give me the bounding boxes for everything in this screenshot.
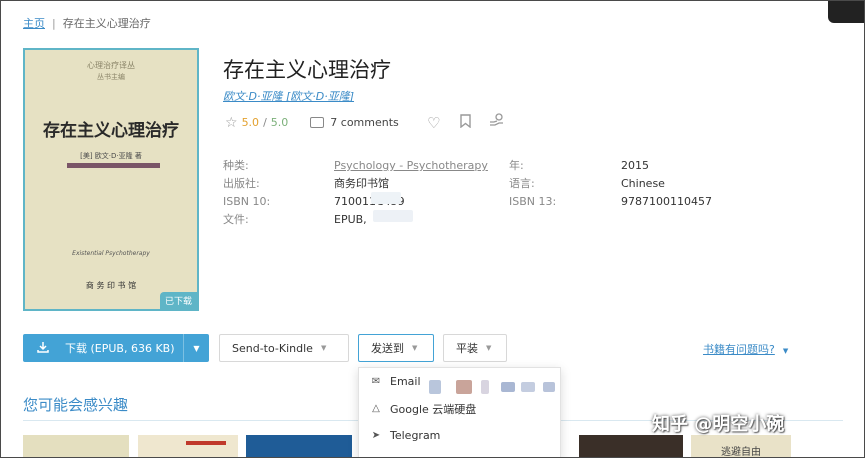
redaction-pixel [501,382,515,392]
recommended-book-thumb[interactable]: 逃避自由 [691,435,791,458]
rating-quality: 5.0 [241,116,260,129]
file-label: 文件: [223,213,249,226]
share-hand-icon-shape [490,113,504,126]
bookmark-icon[interactable] [457,113,475,132]
book-authors-link[interactable]: 欧文·D·亚隆 [欧文·D·亚隆] [223,88,354,104]
redaction-blur [373,210,413,222]
download-icon-shape [37,341,49,353]
send-telegram-label: Telegram [390,429,441,442]
redaction-pixel [429,380,441,394]
report-issue-label: 书籍有问题吗? [703,343,775,356]
redaction-pixel [521,382,535,392]
send-google-drive-label: Google 云端硬盘 [390,402,477,416]
cover-decor-bar [67,163,160,168]
download-options-toggle[interactable]: ▼ [183,334,209,362]
send-telegram-option[interactable]: ➤ Telegram [359,422,560,449]
details-labels-right: 年: 语言: ISBN 13: [509,157,556,211]
send-email-label: Email [390,375,421,388]
isbn10-value: 710011C459 [334,195,405,208]
rating-interest: 5.0 [270,116,289,129]
telegram-icon: ➤ [371,430,381,441]
redaction-pixel [481,380,489,394]
recommended-book-thumb[interactable] [246,435,352,457]
download-icon [37,341,49,356]
send-to-kindle-button[interactable]: Send-to-Kindle ▼ [219,334,349,362]
downloaded-badge: 已下载 [159,292,197,309]
google-drive-icon: △ [372,403,380,414]
heart-icon[interactable]: ♡ [425,114,443,132]
rating-row: ☆ 5.0 / 5.0 7 comments ♡ [225,113,507,132]
cover-editor: 丛书主编 [97,73,125,81]
recommended-book-thumb[interactable] [579,435,683,457]
send-to-dropdown-menu: ✉ Email △ Google 云端硬盘 ➤ Telegram [358,367,561,457]
cover-author: [美] 欧文·D·亚隆 著 [80,152,142,160]
download-button-label: 下载 (EPUB, 636 KB) [65,342,175,355]
send-to-kindle-label: Send-to-Kindle [232,341,313,355]
language-value: Chinese [621,177,665,190]
category-label: 种类: [223,159,249,172]
redaction-blur [371,192,401,204]
book-title: 存在主义心理治疗 [223,58,391,82]
details-labels-left: 种类: 出版社: ISBN 10: 文件: [223,157,270,229]
details-values-right: 2015 Chinese 9787100110457 [621,157,712,211]
chevron-down-icon: ▼ [412,344,418,352]
recommendations-title: 您可能会感兴趣 [23,396,129,414]
download-button[interactable]: 下载 (EPUB, 636 KB) ▼ [23,334,209,362]
send-to-label: 发送到 [371,342,404,355]
recommended-book-thumb[interactable] [23,435,129,457]
chevron-down-icon: ▼ [320,344,327,352]
cover-english-title: Existential Psychotherapy [72,250,150,257]
redaction-pixel [456,380,472,394]
year-label: 年: [509,159,524,172]
publisher-value: 商务印书馆 [334,177,389,190]
category-link[interactable]: Psychology - Psychotherapy [334,157,488,175]
paperback-button[interactable]: 平装 ▼ [443,334,507,362]
report-issue-link[interactable]: 书籍有问题吗? ▼ [703,341,788,357]
language-label: 语言: [509,177,535,190]
cover-title: 存在主义心理治疗 [43,121,179,141]
breadcrumb-current: 存在主义心理治疗 [62,17,151,30]
bookmark-icon-shape [460,113,471,128]
cover-publisher-mark: 商 务 印 书 馆 [85,281,137,290]
redaction-pixel [543,382,555,392]
send-to-button[interactable]: 发送到 ▼ [358,334,434,362]
star-icon: ☆ [225,114,238,131]
thumb-title: 逃避自由 [721,447,761,458]
rating-separator: / [263,116,267,129]
chevron-down-icon: ▼ [486,344,492,352]
watermark-text: 知乎 @明空小碗 [652,414,785,435]
year-value: 2015 [621,159,649,172]
comments-count: 7 comments [330,116,399,129]
isbn10-label: ISBN 10: [223,195,271,208]
comments-link[interactable]: 7 comments [310,116,399,129]
comment-icon [310,117,325,128]
share-hand-icon[interactable] [489,113,507,132]
breadcrumb-separator: | [52,17,56,30]
corner-overlay [828,1,864,23]
page-frame: 主页 | 存在主义心理治疗 心理治疗译丛 丛书主编 存在主义心理治疗 [美] 欧文·… [0,0,865,458]
thumb-decor [186,441,226,445]
book-cover[interactable]: 心理治疗译丛 丛书主编 存在主义心理治疗 [美] 欧文·D·亚隆 著 Exist… [23,48,199,311]
chevron-down-icon: ▼ [782,347,789,355]
recommended-book-thumb[interactable] [138,435,238,457]
envelope-icon: ✉ [371,376,381,387]
breadcrumb: 主页 | 存在主义心理治疗 [23,15,151,31]
isbn13-value: 9787100110457 [621,195,712,208]
send-google-drive-option[interactable]: △ Google 云端硬盘 [359,395,560,422]
breadcrumb-home-link[interactable]: 主页 [23,17,45,30]
cover-series: 心理治疗译丛 [87,61,135,70]
publisher-label: 出版社: [223,177,260,190]
paperback-label: 平装 [456,342,478,355]
isbn13-label: ISBN 13: [509,195,557,208]
